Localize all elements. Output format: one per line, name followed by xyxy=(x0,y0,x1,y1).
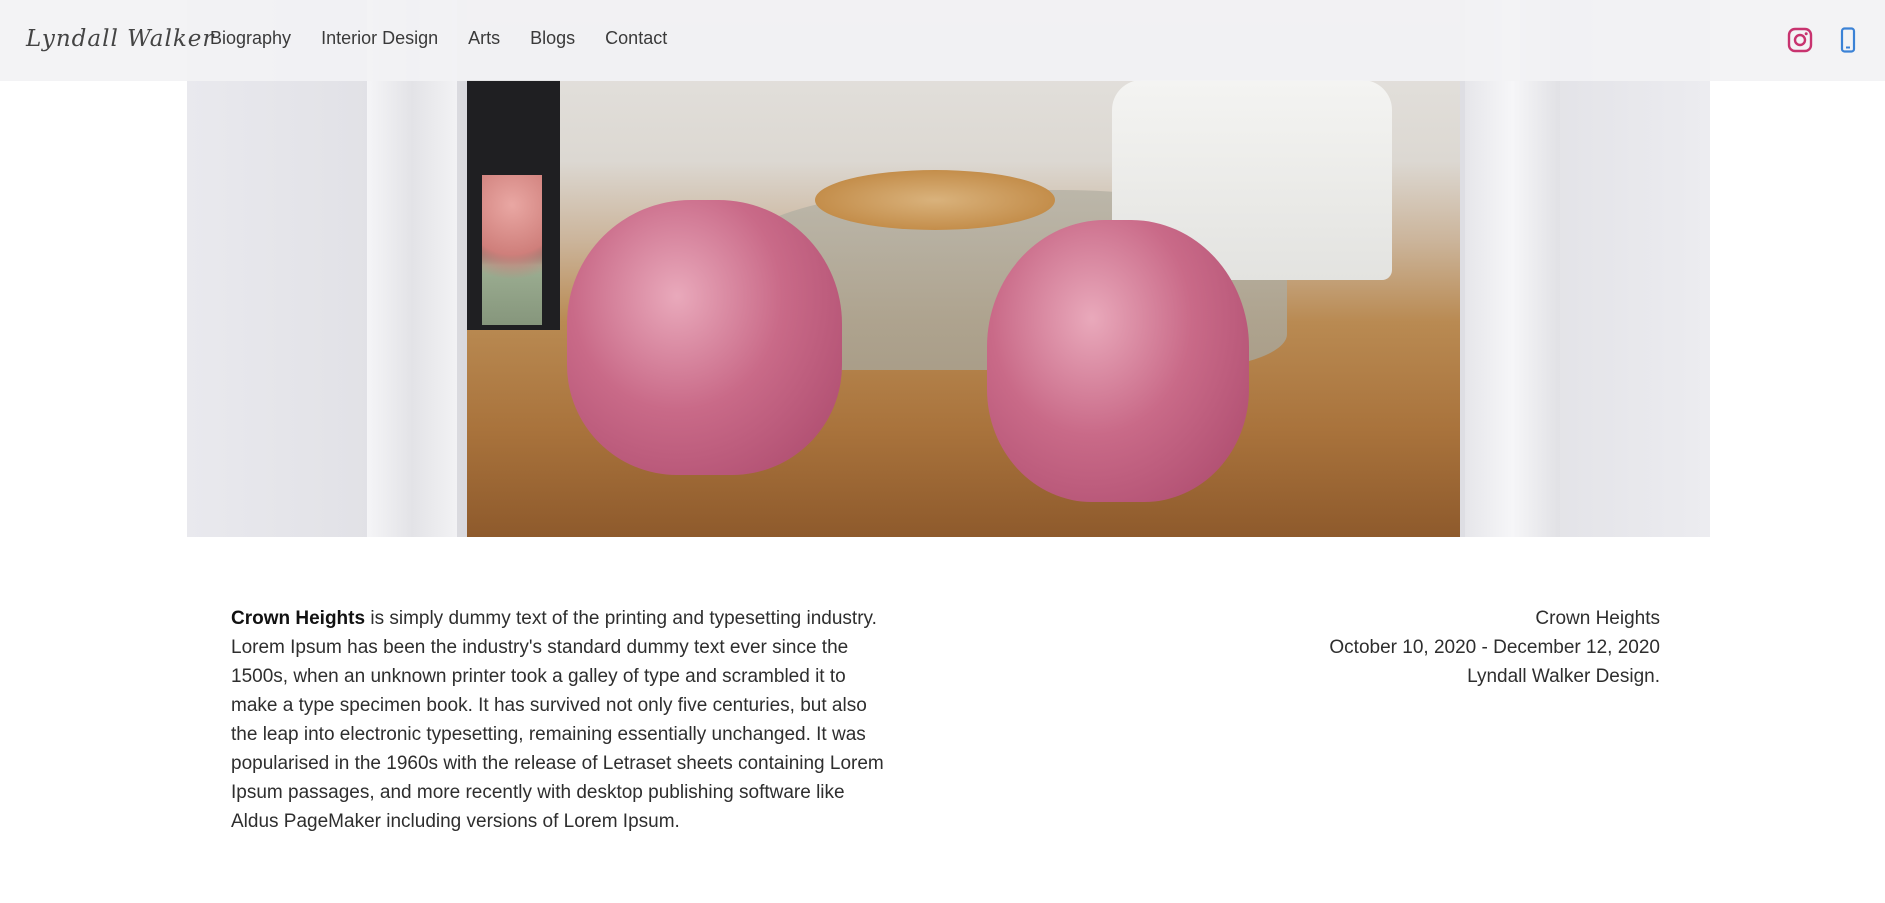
nav-biography[interactable]: Biography xyxy=(210,28,291,49)
meta-designer: Lyndall Walker Design. xyxy=(1467,666,1660,687)
project-meta: Crown Heights October 10, 2020 - Decembe… xyxy=(1329,604,1660,691)
phone-icon[interactable] xyxy=(1833,25,1863,55)
main-nav: Biography Interior Design Arts Blogs Con… xyxy=(210,28,697,49)
coffee-table xyxy=(815,170,1055,230)
project-title: Crown Heights xyxy=(231,608,366,629)
meta-project-name: Crown Heights xyxy=(1535,608,1660,629)
pink-armchair-right xyxy=(987,220,1249,502)
nav-blogs[interactable]: Blogs xyxy=(530,28,575,49)
flower-vase xyxy=(482,175,542,325)
social-links xyxy=(1785,25,1863,55)
nav-interior-design[interactable]: Interior Design xyxy=(321,28,438,49)
site-header: Lyndall Walker Biography Interior Design… xyxy=(0,0,1885,81)
project-description: Crown Heights is simply dummy text of th… xyxy=(231,604,891,836)
description-text: is simply dummy text of the printing and… xyxy=(231,608,884,832)
nav-arts[interactable]: Arts xyxy=(468,28,500,49)
instagram-icon[interactable] xyxy=(1785,25,1815,55)
meta-dates: October 10, 2020 - December 12, 2020 xyxy=(1329,637,1660,658)
nav-contact[interactable]: Contact xyxy=(605,28,667,49)
site-logo[interactable]: Lyndall Walker xyxy=(26,26,214,52)
pink-armchair-left xyxy=(567,200,842,475)
